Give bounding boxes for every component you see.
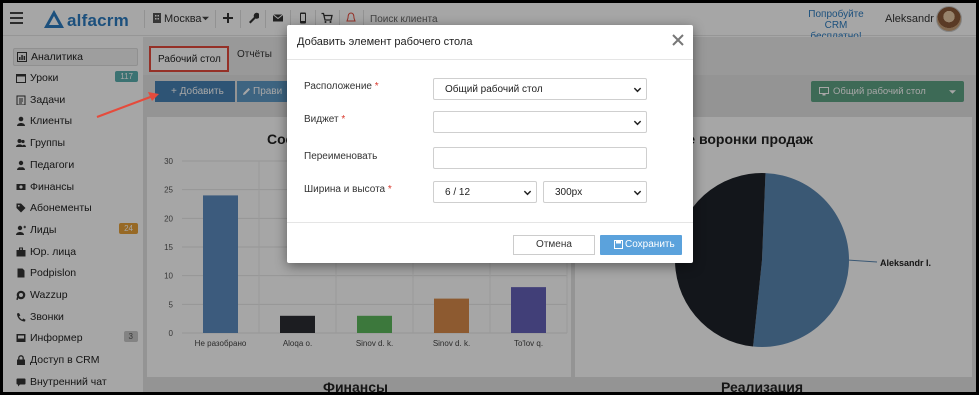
- rename-input[interactable]: [433, 147, 647, 169]
- width-select[interactable]: 6 / 12: [433, 181, 537, 203]
- chevron-down-icon: [633, 120, 642, 126]
- size-label: Ширина и высота *: [304, 184, 392, 195]
- required-mark: *: [374, 81, 379, 92]
- save-label: Сохранить: [625, 239, 675, 250]
- dialog-footer-divider: [287, 222, 693, 223]
- rename-label: Переименовать: [304, 151, 378, 162]
- location-label-text: Расположение: [304, 81, 372, 92]
- close-icon[interactable]: [670, 32, 686, 48]
- chevron-down-icon: [633, 190, 642, 196]
- required-mark: *: [341, 114, 346, 125]
- required-mark: *: [387, 184, 392, 195]
- callout-arrow-icon: [96, 92, 159, 119]
- widget-label: Виджет *: [304, 114, 345, 125]
- height-select[interactable]: 300px: [543, 181, 647, 203]
- dialog-header: Добавить элемент рабочего стола: [287, 25, 693, 60]
- location-select[interactable]: Общий рабочий стол: [433, 78, 647, 100]
- widget-label-text: Виджет: [304, 114, 339, 125]
- add-widget-dialog: Добавить элемент рабочего стола Располож…: [287, 25, 693, 263]
- save-icon: [614, 240, 623, 249]
- widget-select[interactable]: [433, 111, 647, 133]
- size-label-text: Ширина и высота: [304, 184, 386, 195]
- width-value: 6 / 12: [445, 187, 471, 198]
- cancel-button[interactable]: Отмена: [513, 235, 595, 255]
- chevron-down-icon: [523, 190, 532, 196]
- app-window: alfacrm Москва Поиск клиента Попробуйте …: [3, 3, 976, 392]
- save-button[interactable]: Сохранить: [600, 235, 682, 255]
- height-value: 300px: [555, 187, 583, 198]
- chevron-down-icon: [633, 87, 642, 93]
- location-value: Общий рабочий стол: [445, 84, 543, 95]
- location-label: Расположение *: [304, 81, 379, 92]
- dialog-title: Добавить элемент рабочего стола: [297, 36, 473, 48]
